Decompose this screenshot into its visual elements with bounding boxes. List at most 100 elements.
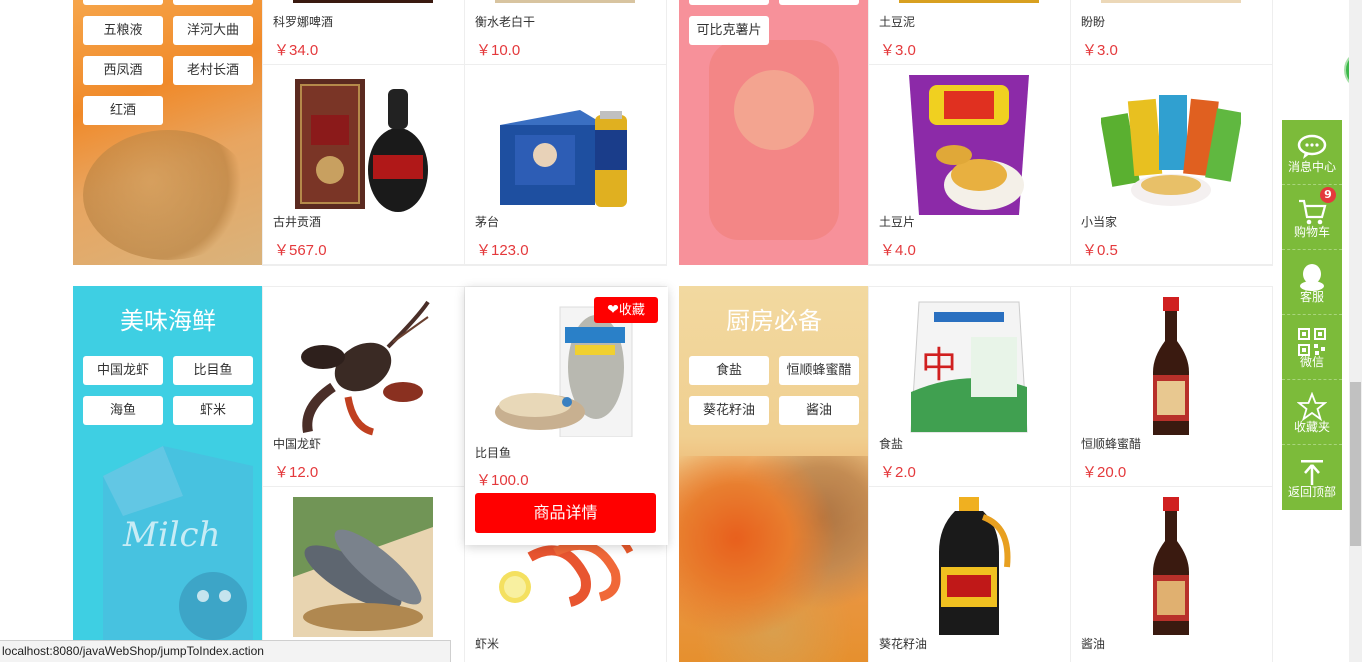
product-image[interactable] xyxy=(899,75,1039,215)
customer-service-button[interactable]: 客服 xyxy=(1282,250,1342,315)
product-name[interactable]: 中国龙虾 xyxy=(273,435,321,452)
wechat-button[interactable]: 微信 xyxy=(1282,315,1342,380)
seafood-banner: 美味海鲜 中国龙虾 比目鱼 海鱼 虾米 Milch xyxy=(73,286,263,662)
product-card[interactable] xyxy=(263,487,465,662)
product-name[interactable]: 盼盼 xyxy=(1081,13,1105,30)
tag-dried-shrimp[interactable]: 虾米 xyxy=(173,396,253,425)
product-card[interactable]: 土豆泥 ￥3.0 xyxy=(869,0,1071,65)
tag-salt[interactable]: 食盐 xyxy=(689,356,769,385)
tag-hidden-4[interactable] xyxy=(779,0,859,5)
product-price: ￥10.0 xyxy=(476,42,521,59)
product-card[interactable]: 衡水老白干 ￥10.0 xyxy=(465,0,667,65)
tag-lobster[interactable]: 中国龙虾 xyxy=(83,356,163,385)
product-image[interactable] xyxy=(293,75,433,215)
tag-hidden-2[interactable] xyxy=(173,0,253,5)
heart-icon: ❤ xyxy=(607,302,619,318)
product-image[interactable] xyxy=(293,0,433,3)
scrollbar-thumb[interactable] xyxy=(1350,382,1361,546)
product-card[interactable]: 古井贡酒 ￥567.0 xyxy=(263,65,465,265)
tag-wuliangye[interactable]: 五粮液 xyxy=(83,16,163,45)
product-image[interactable] xyxy=(495,0,635,3)
tag-flounder[interactable]: 比目鱼 xyxy=(173,356,253,385)
product-name[interactable]: 茅台 xyxy=(475,213,499,230)
product-image[interactable] xyxy=(495,75,635,215)
product-image[interactable] xyxy=(1101,0,1241,3)
seafood-products: 中国龙虾 ￥12.0 虾米 ❤收藏 比目鱼 ￥100.0 商品详情 xyxy=(262,286,668,662)
tag-sunflower-oil[interactable]: 葵花籽油 xyxy=(689,396,769,425)
sidebar-label: 微信 xyxy=(1299,355,1324,369)
product-name[interactable]: 衡水老白干 xyxy=(475,13,535,30)
product-name[interactable]: 土豆片 xyxy=(879,213,915,230)
product-card[interactable]: 酱油 xyxy=(1071,487,1273,662)
product-name[interactable]: 葵花籽油 xyxy=(879,635,927,652)
product-card[interactable]: 小当家 ￥0.5 xyxy=(1071,65,1273,265)
product-price: ￥12.0 xyxy=(274,464,319,481)
product-name[interactable]: 虾米 xyxy=(475,635,499,652)
tag-hidden-3[interactable] xyxy=(689,0,769,5)
tag-xifeng[interactable]: 西凤酒 xyxy=(83,56,163,85)
product-card[interactable]: 科罗娜啤酒 ￥34.0 xyxy=(263,0,465,65)
product-image[interactable] xyxy=(899,497,1039,637)
product-detail-button[interactable]: 商品详情 xyxy=(475,493,656,533)
product-card[interactable]: 茅台 ￥123.0 xyxy=(465,65,667,265)
product-name[interactable]: 科罗娜啤酒 xyxy=(273,13,333,30)
tag-yanghe[interactable]: 洋河大曲 xyxy=(173,16,253,45)
favorite-label: 收藏 xyxy=(618,303,645,318)
product-price: ￥20.0 xyxy=(1082,464,1127,481)
back-to-top-button[interactable]: 返回顶部 xyxy=(1282,445,1342,510)
beer-gift-box-image xyxy=(500,110,627,207)
product-name[interactable]: 酱油 xyxy=(1081,635,1105,652)
tag-red-wine[interactable]: 红酒 xyxy=(83,96,163,125)
star-icon xyxy=(1297,392,1327,422)
cart-button[interactable]: 9 购物车 xyxy=(1282,185,1342,250)
sidebar-label: 客服 xyxy=(1299,290,1324,304)
status-url: localhost:8080/javaWebShop/jumpToIndex.a… xyxy=(2,644,264,658)
product-name[interactable]: 土豆泥 xyxy=(879,13,915,30)
favorites-button[interactable]: 收藏夹 xyxy=(1282,380,1342,445)
tag-sea-fish[interactable]: 海鱼 xyxy=(83,396,163,425)
section-title: 厨房必备 xyxy=(726,307,822,335)
product-card[interactable]: 葵花籽油 xyxy=(869,487,1071,662)
product-name[interactable]: 比目鱼 xyxy=(475,444,511,461)
product-image[interactable] xyxy=(1101,297,1241,437)
lobster-image xyxy=(301,300,430,436)
product-image[interactable] xyxy=(1101,497,1241,637)
product-image[interactable] xyxy=(293,497,433,637)
qq-icon xyxy=(1300,264,1324,291)
product-card[interactable]: 恒顺蜂蜜醋 ￥20.0 xyxy=(1071,287,1273,487)
qrcode-icon xyxy=(1298,328,1326,356)
product-card[interactable]: 中 食盐 ￥2.0 xyxy=(869,287,1071,487)
product-image[interactable] xyxy=(1100,75,1243,215)
sea-fish-image xyxy=(293,497,433,637)
tag-vinegar[interactable]: 恒顺蜂蜜醋 xyxy=(779,356,859,385)
product-card[interactable]: 盼盼 ￥3.0 xyxy=(1071,0,1273,65)
product-image[interactable] xyxy=(899,0,1039,3)
favorite-button[interactable]: ❤收藏 xyxy=(594,297,658,323)
chat-icon xyxy=(1297,134,1327,159)
vinegar-bottle-image xyxy=(1153,297,1189,435)
snack-products: 土豆泥 ￥3.0 盼盼 ￥3.0 土豆片 ￥4.0 小当家 ￥0.5 xyxy=(868,0,1273,266)
tag-kebike[interactable]: 可比克薯片 xyxy=(689,16,769,45)
product-price: ￥2.0 xyxy=(880,464,916,481)
product-name[interactable]: 恒顺蜂蜜醋 xyxy=(1081,435,1141,452)
milk-carton-decoration: Milch xyxy=(103,446,253,662)
product-image[interactable] xyxy=(293,297,433,437)
product-price: ￥34.0 xyxy=(274,42,319,59)
product-name[interactable]: 食盐 xyxy=(879,435,903,452)
product-card[interactable]: 土豆片 ￥4.0 xyxy=(869,65,1071,265)
product-card-hovered[interactable]: ❤收藏 比目鱼 ￥100.0 商品详情 xyxy=(465,287,668,545)
product-name[interactable]: 小当家 xyxy=(1081,213,1117,230)
tag-hidden-1[interactable] xyxy=(83,0,163,5)
soy-sauce-bottle-image xyxy=(1153,497,1189,635)
product-price: ￥123.0 xyxy=(476,242,529,259)
product-card[interactable]: 中国龙虾 ￥12.0 xyxy=(263,287,465,487)
message-center-button[interactable]: 消息中心 xyxy=(1282,120,1342,185)
tag-soy-sauce[interactable]: 酱油 xyxy=(779,396,859,425)
product-name[interactable]: 古井贡酒 xyxy=(273,213,321,230)
product-image[interactable]: 中 xyxy=(899,297,1039,437)
kitchen-products: 中 食盐 ￥2.0 恒顺蜂蜜醋 ￥20.0 葵花籽油 酱油 xyxy=(868,286,1273,662)
scrollbar-track[interactable] xyxy=(1349,0,1362,662)
section-title: 美味海鲜 xyxy=(120,307,216,335)
svg-text:中: 中 xyxy=(921,345,957,386)
tag-laocunzhang[interactable]: 老村长酒 xyxy=(173,56,253,85)
